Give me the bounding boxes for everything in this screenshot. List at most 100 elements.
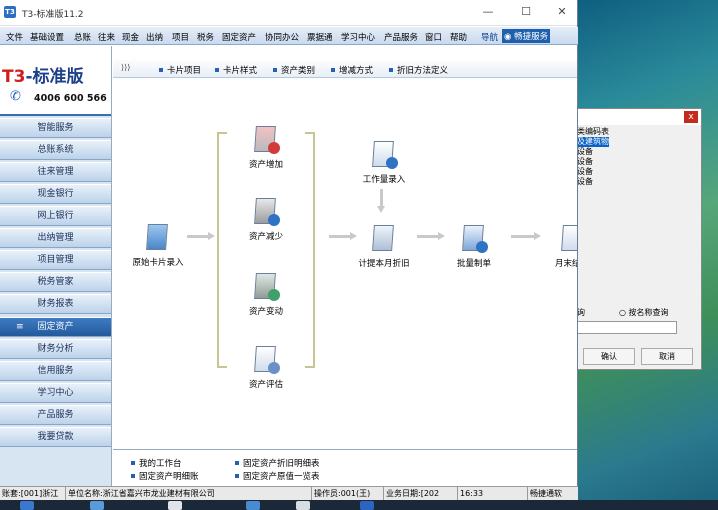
- monthly-depreciation[interactable]: 计提本月折旧: [349, 223, 419, 269]
- logo: T3-标准版 ✆ 4006 600 566: [0, 46, 111, 116]
- sidebar-item-credit[interactable]: 信用服务: [0, 361, 111, 381]
- asset-category-dialog: x 类编码表 及建筑物 设备 设备 设备 设备 询 ○ 按名称查询 确认 取消: [560, 108, 702, 370]
- menu-collaboration[interactable]: 协同办公: [265, 31, 299, 43]
- radio-query-name[interactable]: ○ 按名称查询: [619, 307, 669, 318]
- link-asset-detail[interactable]: 固定资产明细账: [131, 470, 199, 482]
- sidebar-item-project[interactable]: 项目管理: [0, 250, 111, 270]
- collapse-arrows-icon[interactable]: ⟩⟩⟩: [121, 63, 130, 72]
- menu-bar: 文件 基础设置 总账 往来 现金 出纳 项目 税务 固定资产 协同办公 票据通 …: [0, 27, 578, 45]
- sidebar-item-products[interactable]: 产品服务: [0, 405, 111, 425]
- menu-ledger[interactable]: 总账: [74, 31, 91, 43]
- asset-add-icon: [250, 124, 282, 156]
- menu-tax[interactable]: 税务: [197, 31, 214, 43]
- taskbar-app-icon[interactable]: [90, 501, 104, 510]
- dialog-close-button[interactable]: x: [684, 111, 698, 123]
- sidebar-item-cash-bank[interactable]: 现金银行: [0, 184, 111, 204]
- menu-file[interactable]: 文件: [6, 31, 23, 43]
- list-item-selected[interactable]: 及建筑物: [577, 137, 609, 147]
- menu-help[interactable]: 帮助: [450, 31, 467, 43]
- node-label: 工作量录入: [362, 175, 406, 185]
- workload-entry[interactable]: 工作量录入: [349, 139, 419, 185]
- tab-card-items[interactable]: 卡片项目: [159, 64, 201, 76]
- sidebar: T3-标准版 ✆ 4006 600 566 智能服务 总账系统 往来管理 现金银…: [0, 46, 112, 486]
- sidebar-item-fixed-assets[interactable]: ≡ 固定资产: [0, 317, 111, 337]
- link-original-value[interactable]: 固定资产原值一览表: [235, 470, 320, 482]
- depreciation-icon: [368, 223, 400, 255]
- month-end[interactable]: 月末结: [537, 223, 577, 269]
- asset-evaluate[interactable]: 资产评估: [231, 344, 301, 390]
- tab-card-style[interactable]: 卡片样式: [215, 64, 257, 76]
- menu-cash[interactable]: 现金: [122, 31, 139, 43]
- brand-logo: T3-标准版: [2, 62, 84, 87]
- tab-depreciation-method[interactable]: 折旧方法定义: [389, 64, 448, 76]
- menu-basic-settings[interactable]: 基础设置: [30, 31, 64, 43]
- sidebar-item-online-bank[interactable]: 网上银行: [0, 206, 111, 226]
- minimize-icon[interactable]: —: [478, 4, 498, 20]
- menu-fixed-assets[interactable]: 固定资产: [222, 31, 256, 43]
- link-depreciation-detail[interactable]: 固定资产折旧明细表: [235, 457, 320, 469]
- list-item[interactable]: 设备: [577, 177, 701, 187]
- phone-icon: ✆: [10, 89, 21, 104]
- ok-button[interactable]: 确认: [583, 348, 635, 365]
- menu-receivables[interactable]: 往来: [98, 31, 115, 43]
- menu-bullet-icon: ≡: [16, 322, 24, 332]
- menu-window[interactable]: 窗口: [425, 31, 442, 43]
- search-input[interactable]: [575, 321, 677, 334]
- sidebar-item-learning[interactable]: 学习中心: [0, 383, 111, 403]
- asset-add[interactable]: 资产增加: [231, 124, 301, 170]
- brand-prefix: T3: [2, 67, 26, 87]
- node-label: 资产减少: [248, 232, 283, 242]
- original-card-entry[interactable]: 原始卡片录入: [123, 222, 193, 268]
- asset-change[interactable]: 资产变动: [231, 271, 301, 317]
- flow-arrow: [329, 232, 357, 240]
- menu-products[interactable]: 产品服务: [384, 31, 418, 43]
- status-operator: 操作员:001(王): [312, 487, 384, 500]
- sidebar-item-analysis[interactable]: 财务分析: [0, 339, 111, 359]
- bracket-left: [217, 132, 227, 368]
- sidebar-item-cashier[interactable]: 出纳管理: [0, 228, 111, 248]
- list-item[interactable]: 设备: [577, 157, 701, 167]
- node-label: 资产变动: [248, 307, 283, 317]
- status-date: 业务日期:[202: [384, 487, 458, 500]
- menu-invoice[interactable]: 票据通: [307, 31, 333, 43]
- cancel-button[interactable]: 取消: [641, 348, 693, 365]
- taskbar-app-icon[interactable]: [168, 501, 182, 510]
- quick-links: 我的工作台 固定资产明细账 固定资产折旧明细表 固定资产原值一览表: [113, 449, 577, 487]
- tab-asset-category[interactable]: 资产类别: [273, 64, 315, 76]
- main-window: T3 T3-标准版11.2 — ☐ ✕ 文件 基础设置 总账 往来 现金 出纳 …: [0, 0, 578, 500]
- radio-query-code[interactable]: 询: [577, 307, 585, 318]
- window-title: T3-标准版11.2: [22, 10, 84, 20]
- sidebar-item-smart-service[interactable]: 智能服务: [0, 118, 111, 138]
- menu-cashier[interactable]: 出纳: [146, 31, 163, 43]
- maximize-icon[interactable]: ☐: [516, 4, 536, 20]
- sidebar-item-ledger[interactable]: 总账系统: [0, 140, 111, 160]
- node-label: 资产评估: [248, 380, 283, 390]
- list-item[interactable]: 设备: [577, 167, 701, 177]
- menu-navigation[interactable]: 导航: [481, 31, 498, 43]
- tab-change-method[interactable]: 增减方式: [331, 64, 373, 76]
- batch-voucher[interactable]: 批量制单: [439, 223, 509, 269]
- menu-learning[interactable]: 学习中心: [341, 31, 375, 43]
- asset-reduce[interactable]: 资产减少: [231, 196, 301, 242]
- list-item[interactable]: 类编码表: [577, 127, 701, 137]
- taskbar: [0, 500, 718, 510]
- sidebar-item-tax[interactable]: 税务管家: [0, 272, 111, 292]
- link-my-desk[interactable]: 我的工作台: [131, 457, 182, 469]
- taskbar-app-icon[interactable]: [246, 501, 260, 510]
- radio-label: 按名称查询: [628, 308, 669, 317]
- list-item[interactable]: 设备: [577, 147, 701, 157]
- close-icon[interactable]: ✕: [552, 4, 572, 20]
- asset-change-icon: [250, 271, 282, 303]
- changjie-service-button[interactable]: ◉ 畅捷服务: [502, 29, 551, 43]
- menu-project[interactable]: 项目: [172, 31, 189, 43]
- sidebar-item-receivables[interactable]: 往来管理: [0, 162, 111, 182]
- workflow-area: 原始卡片录入 资产增加 资产减少 资产变动 资产评估 工作量录入 计提本月折旧: [113, 79, 577, 449]
- flow-arrow: [511, 232, 541, 240]
- flow-arrow-down: [377, 189, 385, 213]
- taskbar-app-icon[interactable]: [20, 501, 34, 510]
- sidebar-item-reports[interactable]: 财务报表: [0, 294, 111, 314]
- taskbar-app-icon[interactable]: [296, 501, 310, 510]
- sidebar-item-loan[interactable]: 我要贷款: [0, 427, 111, 447]
- category-list[interactable]: 类编码表 及建筑物 设备 设备 设备 设备: [561, 127, 701, 227]
- taskbar-app-icon[interactable]: [360, 501, 374, 510]
